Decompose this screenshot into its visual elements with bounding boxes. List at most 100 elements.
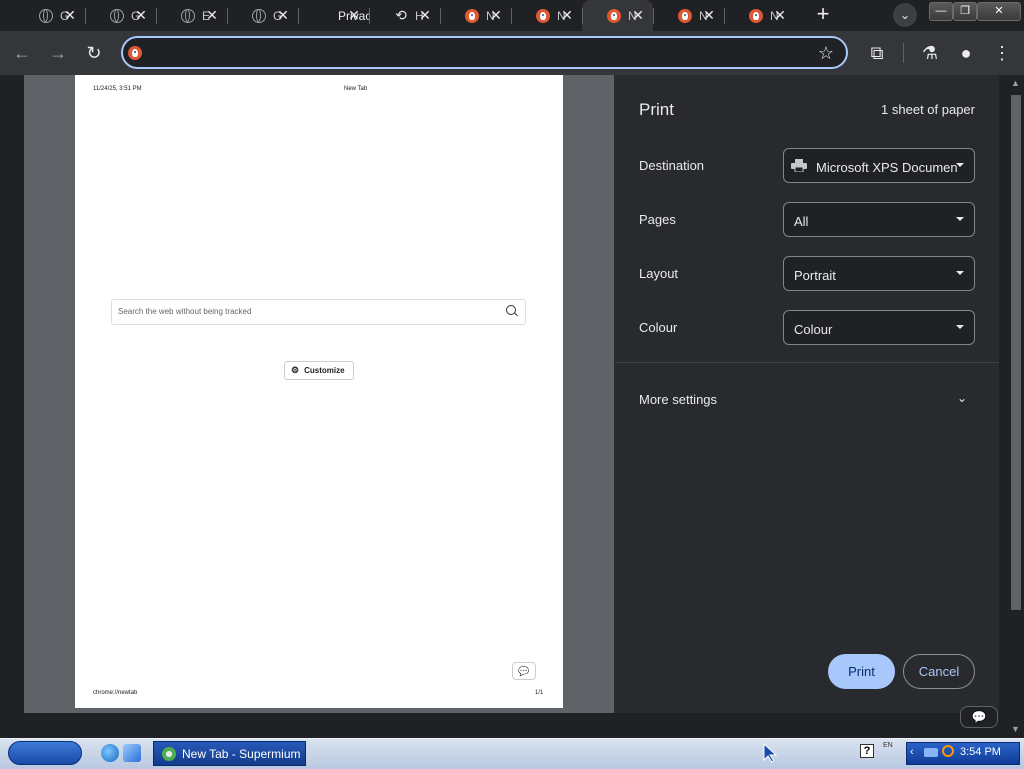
taskbar-item-label: New Tab - Supermium (182, 746, 301, 761)
scrollbar-thumb[interactable] (1011, 95, 1021, 610)
page-footer-number: 1/1 (535, 690, 544, 696)
tab-search-button[interactable]: ⌄ (893, 3, 917, 27)
tray-expand-icon[interactable]: ‹ (910, 746, 914, 758)
reload-button[interactable]: ↻ (82, 41, 106, 65)
chevron-down-icon[interactable]: ⌄ (955, 391, 969, 405)
show-desktop-icon[interactable] (123, 744, 141, 762)
browser-tab[interactable]: G ✕ (227, 0, 298, 31)
close-tab-icon[interactable]: ✕ (773, 8, 787, 22)
pages-value: All (794, 214, 809, 229)
address-bar[interactable] (121, 36, 848, 69)
browser-tab[interactable]: G ✕ (14, 0, 85, 31)
colour-label: Colour (639, 320, 678, 335)
browser-tab[interactable]: N ✕ (511, 0, 582, 31)
minimize-button[interactable]: — (929, 2, 953, 21)
close-window-button[interactable]: ✕ (977, 2, 1021, 21)
sheet-count: 1 sheet of paper (881, 102, 975, 117)
maximize-button[interactable]: ❐ (953, 2, 977, 21)
layout-value: Portrait (794, 268, 836, 283)
duckduckgo-icon (748, 8, 764, 24)
browser-tab[interactable]: N ✕ (653, 0, 724, 31)
internet-explorer-icon[interactable] (101, 744, 119, 762)
layout-label: Layout (639, 266, 679, 281)
pages-label: Pages (639, 212, 676, 227)
page-header-title: New Tab (344, 86, 368, 92)
customize-label: Customize (304, 366, 345, 375)
close-tab-icon[interactable]: ✕ (134, 8, 148, 22)
close-tab-icon[interactable]: ✕ (489, 8, 503, 22)
cancel-button[interactable]: Cancel (903, 654, 975, 689)
globe-icon (38, 8, 54, 24)
chevron-down-icon (956, 325, 964, 329)
duckduckgo-icon (535, 8, 551, 24)
preview-page (75, 75, 563, 708)
bookmark-star-icon[interactable]: ☆ (814, 41, 838, 65)
search-tray-icon[interactable] (942, 745, 954, 757)
close-tab-icon[interactable]: ✕ (63, 8, 77, 22)
globe-icon (109, 8, 125, 24)
browser-menu-button[interactable]: ⋮ (990, 41, 1014, 65)
preview-customize-button: ⚙ Customize (284, 361, 354, 380)
duckduckgo-icon (464, 8, 480, 24)
browser-tab[interactable]: N ✕ (582, 0, 653, 31)
pages-select[interactable]: All (783, 202, 975, 237)
taskbar-item-browser[interactable]: New Tab - Supermium (153, 741, 306, 766)
layout-select[interactable]: Portrait (783, 256, 975, 291)
browser-tab[interactable]: N ✕ (440, 0, 511, 31)
history-icon: ⟲ (395, 7, 407, 23)
print-title: Print (639, 100, 674, 119)
labs-flask-icon[interactable]: ⚗ (918, 41, 942, 65)
destination-select[interactable]: Microsoft XPS Documen (783, 148, 975, 183)
chevron-down-icon (956, 271, 964, 275)
language-indicator[interactable]: EN (883, 742, 893, 749)
close-tab-icon[interactable]: ✕ (347, 8, 361, 22)
supermium-icon (162, 746, 176, 761)
print-button[interactable]: Print (828, 654, 895, 689)
colour-select[interactable]: Colour (783, 310, 975, 345)
chevron-down-icon (956, 163, 964, 167)
close-tab-icon[interactable]: ✕ (560, 8, 574, 22)
globe-icon (180, 8, 196, 24)
browser-tab[interactable]: G ✕ (85, 0, 156, 31)
network-icon[interactable] (924, 748, 938, 757)
printer-icon (791, 159, 807, 172)
close-tab-icon[interactable]: ✕ (418, 8, 432, 22)
browser-tab[interactable]: N ✕ (724, 0, 795, 31)
browser-tab[interactable]: E ✕ (156, 0, 227, 31)
browser-tab[interactable]: Privacy✕ (298, 0, 369, 31)
forward-button[interactable]: → (46, 41, 70, 65)
start-button[interactable] (8, 741, 82, 765)
profile-avatar-icon[interactable]: ● (954, 41, 978, 65)
duckduckgo-icon (128, 46, 142, 60)
preview-search-placeholder: Search the web without being tracked (118, 307, 252, 316)
duckduckgo-icon (606, 8, 622, 24)
scroll-down-arrow-icon[interactable]: ▼ (1011, 724, 1020, 734)
new-tab-button[interactable]: + (812, 3, 834, 26)
close-tab-icon[interactable]: ✕ (702, 8, 716, 22)
browser-tab[interactable]: ⟲ H ✕ (369, 0, 440, 31)
chat-bubble-icon[interactable]: 💬 (960, 706, 998, 728)
colour-value: Colour (794, 322, 833, 337)
close-tab-icon[interactable]: ✕ (205, 8, 219, 22)
clock[interactable]: 3:54 PM (960, 746, 1001, 758)
sliders-icon: ⚙ (291, 365, 300, 375)
chevron-down-icon (956, 217, 964, 221)
close-tab-icon[interactable]: ✕ (276, 8, 290, 22)
destination-label: Destination (639, 158, 705, 173)
page-footer-url: chrome://newtab (93, 690, 138, 696)
help-icon[interactable]: ? (860, 744, 874, 758)
panel-divider (615, 362, 999, 363)
globe-icon (251, 8, 267, 24)
toolbar-divider (903, 43, 904, 63)
back-button[interactable]: ← (10, 41, 34, 65)
more-settings-toggle[interactable]: More settings (639, 392, 717, 407)
duckduckgo-icon (677, 8, 693, 24)
close-tab-icon[interactable]: ✕ (631, 8, 645, 22)
chat-bubble-icon: 💬 (512, 662, 536, 680)
mouse-cursor-icon (763, 743, 778, 763)
page-header-date: 11/24/25, 3:51 PM (93, 86, 142, 92)
search-icon (506, 305, 516, 315)
extensions-icon[interactable]: ⧉ (865, 41, 889, 65)
scroll-up-arrow-icon[interactable]: ▲ (1011, 78, 1020, 88)
destination-value: Microsoft XPS Documen (816, 160, 958, 175)
